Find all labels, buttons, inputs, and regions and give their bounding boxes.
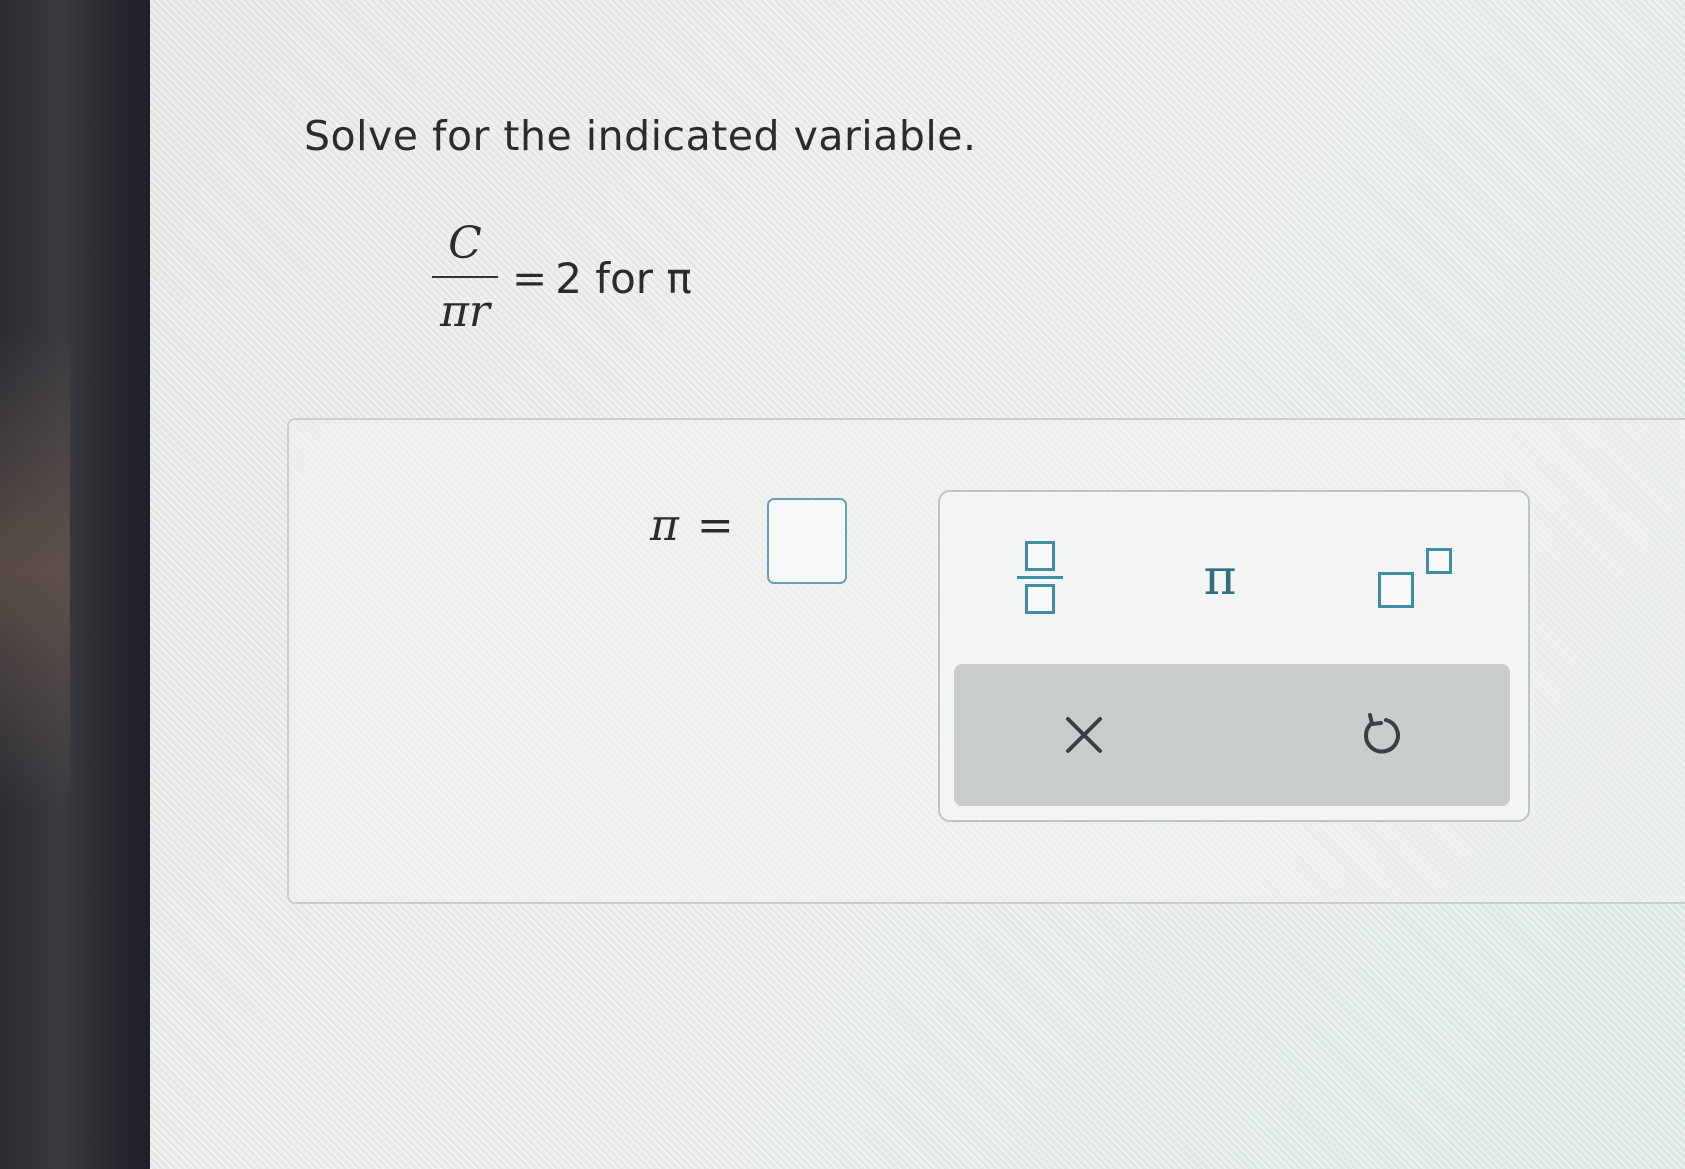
pi-button[interactable]: π	[1180, 532, 1260, 622]
answer-equals: =	[696, 500, 734, 551]
target-variable: π	[666, 253, 692, 303]
exponent-button[interactable]	[1370, 532, 1470, 622]
fraction-icon	[1017, 540, 1063, 614]
clear-button[interactable]	[1014, 664, 1154, 806]
fraction-denominator: πr	[440, 286, 490, 337]
fraction-bar	[432, 276, 498, 278]
x-icon	[1066, 717, 1102, 753]
undo-icon	[1364, 713, 1400, 754]
monitor-bezel	[0, 0, 160, 1169]
fraction-icon-bar	[1017, 575, 1063, 579]
math-keypad: π	[938, 490, 1530, 822]
fraction-top-box	[1025, 540, 1055, 571]
answer-lhs: π	[650, 500, 679, 551]
fraction-button[interactable]	[1000, 532, 1080, 622]
for-word: for	[595, 253, 654, 303]
keypad-action-bar	[954, 664, 1510, 806]
question-instruction: Solve for the indicated variable.	[304, 112, 977, 160]
exponent-power-box	[1426, 548, 1452, 574]
equation-rhs: 2	[555, 253, 582, 303]
answer-input[interactable]	[767, 498, 847, 584]
given-equation: C πr = 2 for π	[432, 208, 692, 348]
pi-icon: π	[1203, 548, 1237, 606]
exponent-icon	[1378, 542, 1462, 612]
equation-rhs-group: = 2 for π	[512, 254, 692, 303]
undo-button[interactable]	[1310, 664, 1450, 806]
equals-sign: =	[512, 253, 548, 303]
answer-equation: π =	[650, 500, 752, 551]
equation-fraction: C πr	[432, 216, 498, 340]
fraction-bottom-box	[1025, 583, 1055, 614]
fraction-numerator: C	[448, 218, 482, 269]
screen: Solve for the indicated variable. C πr =…	[0, 0, 1685, 1169]
question-page: Solve for the indicated variable. C πr =…	[150, 0, 1685, 1169]
bezel-glare	[0, 330, 70, 810]
exponent-base-box	[1378, 572, 1414, 608]
